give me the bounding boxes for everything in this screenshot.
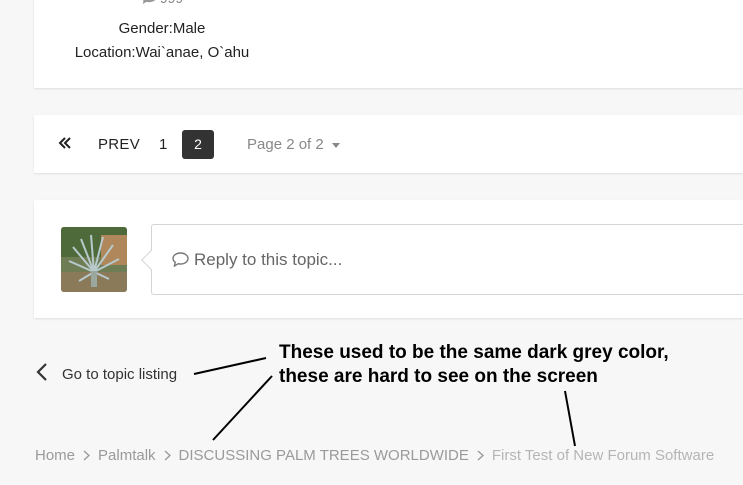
reply-input[interactable]: Reply to this topic... — [141, 224, 743, 295]
go-to-topic-listing-link[interactable]: Go to topic listing — [36, 362, 177, 386]
reply-placeholder-text: Reply to this topic... — [194, 250, 343, 269]
annotation-line-1: These used to be the same dark grey colo… — [279, 342, 669, 363]
page-1-link[interactable]: 1 — [159, 130, 167, 159]
post-count: 999 — [34, 0, 290, 8]
comment-outline-icon — [172, 252, 189, 272]
caret-down-icon — [331, 142, 340, 148]
double-chevron-left-icon — [58, 132, 72, 154]
breadcrumb: Home Palmtalk DISCUSSING PALM TREES WORLDW… — [35, 447, 714, 465]
breadcrumb-palmtalk[interactable]: Palmtalk — [98, 447, 156, 464]
chevron-left-icon — [36, 362, 48, 386]
annotation-line-2: these are hard to see on the screen — [279, 366, 598, 387]
breadcrumb-current-topic: First Test of New Forum Software — [491, 447, 715, 464]
pagination-bar: PREV 1 2 Page 2 of 2 — [34, 115, 743, 173]
page-2-current[interactable]: 2 — [182, 130, 214, 159]
go-to-topic-label: Go to topic listing — [62, 366, 178, 383]
author-gender: Gender:Male — [118, 20, 206, 37]
comment-icon — [141, 0, 157, 7]
page-jump-dropdown[interactable]: Page 2 of 2 — [247, 130, 340, 159]
page-jump-label: Page 2 of 2 — [247, 136, 324, 153]
author-info-card: 999 Gender:Male Location:Wai`anae, O`ahu — [34, 0, 743, 88]
prev-page-button[interactable]: PREV — [98, 130, 140, 159]
first-page-button[interactable] — [58, 130, 72, 159]
chevron-right-icon — [83, 448, 91, 465]
breadcrumb-discussing[interactable]: DISCUSSING PALM TREES WORLDWIDE — [179, 447, 469, 464]
chevron-right-icon — [477, 448, 484, 465]
author-location: Location:Wai`anae, O`ahu — [74, 44, 250, 61]
reply-card: Reply to this topic... — [34, 200, 743, 318]
annotation-text: These used to be the same dark grey colo… — [279, 341, 739, 389]
avatar[interactable] — [61, 227, 127, 292]
breadcrumb-home[interactable]: Home — [35, 447, 75, 464]
chevron-right-icon — [164, 448, 171, 465]
post-count-value: 999 — [160, 0, 183, 6]
